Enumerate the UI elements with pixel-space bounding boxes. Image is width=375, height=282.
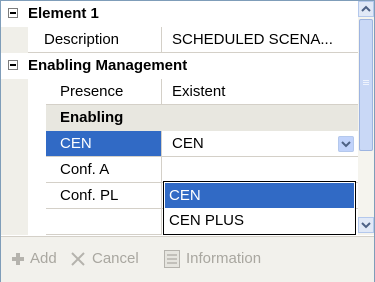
collapse-icon[interactable] (8, 8, 18, 18)
category-element-1[interactable]: Element 1 (1, 1, 358, 27)
chevron-down-icon (341, 141, 351, 148)
scroll-up-button[interactable] (358, 1, 374, 17)
category-enabling-management[interactable]: Enabling Management (1, 53, 358, 79)
property-row-description[interactable]: Description SCHEDULED SCENA... (1, 27, 358, 53)
chevron-down-icon (361, 222, 371, 229)
property-value[interactable]: Existent (162, 79, 358, 105)
information-icon (164, 250, 180, 268)
plus-icon (10, 251, 26, 271)
category-title: Enabling Management (28, 57, 188, 74)
property-label: Conf. A (46, 157, 162, 183)
vertical-scrollbar[interactable] (358, 1, 374, 235)
property-label: Presence (46, 79, 162, 105)
information-button[interactable]: Information (186, 248, 261, 270)
cancel-button[interactable]: Cancel (92, 248, 139, 270)
chevron-up-icon (361, 5, 371, 12)
collapse-icon[interactable] (8, 60, 18, 70)
scroll-thumb[interactable] (359, 19, 373, 151)
property-label: Description (28, 27, 162, 53)
property-label-selected: CEN (46, 131, 162, 157)
property-label (46, 209, 162, 235)
property-grid: Element 1 Description SCHEDULED SCENA...… (1, 1, 358, 235)
add-button[interactable]: Add (30, 248, 57, 270)
property-value[interactable]: SCHEDULED SCENA... (162, 27, 358, 53)
bottom-toolbar: Add Cancel Information (1, 236, 374, 282)
property-row-presence[interactable]: Presence Existent (1, 79, 358, 105)
property-label: Conf. PL (46, 183, 162, 209)
property-grid-panel: Element 1 Description SCHEDULED SCENA...… (0, 0, 375, 282)
cen-dropdown-list[interactable]: CEN CEN PLUS (163, 181, 356, 235)
cancel-icon (70, 251, 86, 271)
dropdown-option-cen[interactable]: CEN (165, 183, 354, 208)
property-row-cen[interactable]: CEN CEN (1, 131, 358, 157)
subcategory-enabling[interactable]: Enabling (46, 105, 358, 131)
subcategory-title: Enabling (60, 109, 124, 126)
property-value[interactable] (162, 157, 358, 183)
category-title: Element 1 (28, 5, 99, 22)
dropdown-option-cen-plus[interactable]: CEN PLUS (165, 208, 354, 233)
cen-value-combobox[interactable]: CEN (162, 131, 358, 157)
scroll-down-button[interactable] (358, 217, 374, 233)
dropdown-button[interactable] (338, 136, 354, 152)
property-row-conf-a[interactable]: Conf. A (1, 157, 358, 183)
